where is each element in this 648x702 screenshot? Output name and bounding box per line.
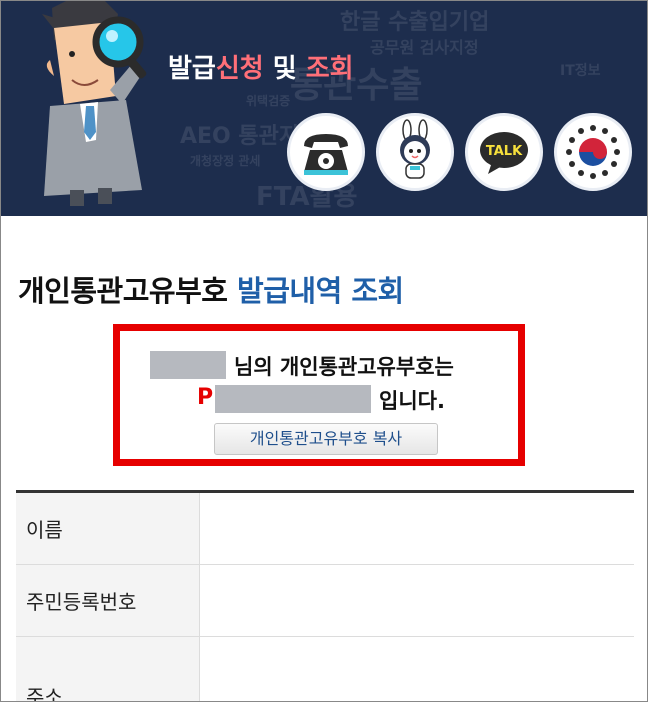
banner-title-part: 신청 — [215, 54, 264, 84]
redacted-code — [215, 385, 371, 413]
kakaotalk-icon[interactable]: TALK — [465, 113, 543, 191]
mascot-character-icon[interactable] — [376, 113, 454, 191]
row-value-resident-number — [200, 565, 634, 636]
kakaotalk-graphic: TALK — [480, 132, 528, 174]
banner-bg-word: 위택검증 — [246, 94, 291, 108]
page-title-accent: 발급내역 조회 — [237, 274, 404, 308]
code-prefix: P — [197, 385, 214, 410]
mascot-illustration — [42, 0, 147, 206]
result-line-2-text: 입니다. — [379, 389, 445, 413]
government-emblem-graphic — [566, 125, 620, 179]
result-line-1: 님의 개인통관고유부호는 — [150, 351, 510, 379]
government-emblem-icon[interactable] — [554, 113, 632, 191]
phone-icon-graphic — [304, 134, 348, 175]
banner-bg-word: IT정보 — [560, 63, 601, 79]
row-label-resident-number: 주민등록번호 — [16, 565, 200, 636]
table-row: 주소 — [16, 637, 634, 702]
row-label-address: 주소 — [16, 637, 200, 702]
row-value-name — [200, 493, 634, 564]
result-line-1-text: 님의 개인통관고유부호는 — [234, 355, 454, 379]
result-highlight-box: 님의 개인통관고유부호는 P 입니다. 개인통관고유부호 복사 — [113, 324, 525, 466]
banner-title-part: 및 — [263, 54, 306, 84]
banner-bg-word: 개청장정 관세 — [190, 154, 261, 168]
result-line-2: P 입니다. — [197, 385, 497, 415]
row-label-name: 이름 — [16, 493, 200, 564]
table-row: 주민등록번호 — [16, 565, 634, 637]
banner-bg-word: 공무원 검사지정 — [370, 38, 479, 57]
phone-icon[interactable] — [287, 113, 365, 191]
redacted-name — [150, 351, 226, 379]
row-value-address — [200, 637, 634, 702]
info-table: 이름 주민등록번호 주소 — [16, 490, 634, 702]
banner-title-part: 조회 — [305, 54, 354, 84]
banner-bg-word: 한글 수출입기업 — [340, 10, 490, 35]
banner-title-part: 발급 — [168, 54, 216, 84]
kakaotalk-label: TALK — [486, 144, 523, 159]
page-title: 개인통관고유부호 발급내역 조회 — [18, 268, 404, 310]
mascot-character-graphic — [400, 119, 430, 179]
banner-title: 발급신청 및 조회 — [168, 48, 354, 85]
copy-code-button[interactable]: 개인통관고유부호 복사 — [214, 423, 438, 455]
page-title-part: 개인통관고유부호 — [18, 274, 238, 308]
header-banner: 한글 수출입기업 공무원 검사지정 통관수출 위택검증 AEO 통관지원 개청장… — [0, 0, 648, 216]
table-row: 이름 — [16, 493, 634, 565]
